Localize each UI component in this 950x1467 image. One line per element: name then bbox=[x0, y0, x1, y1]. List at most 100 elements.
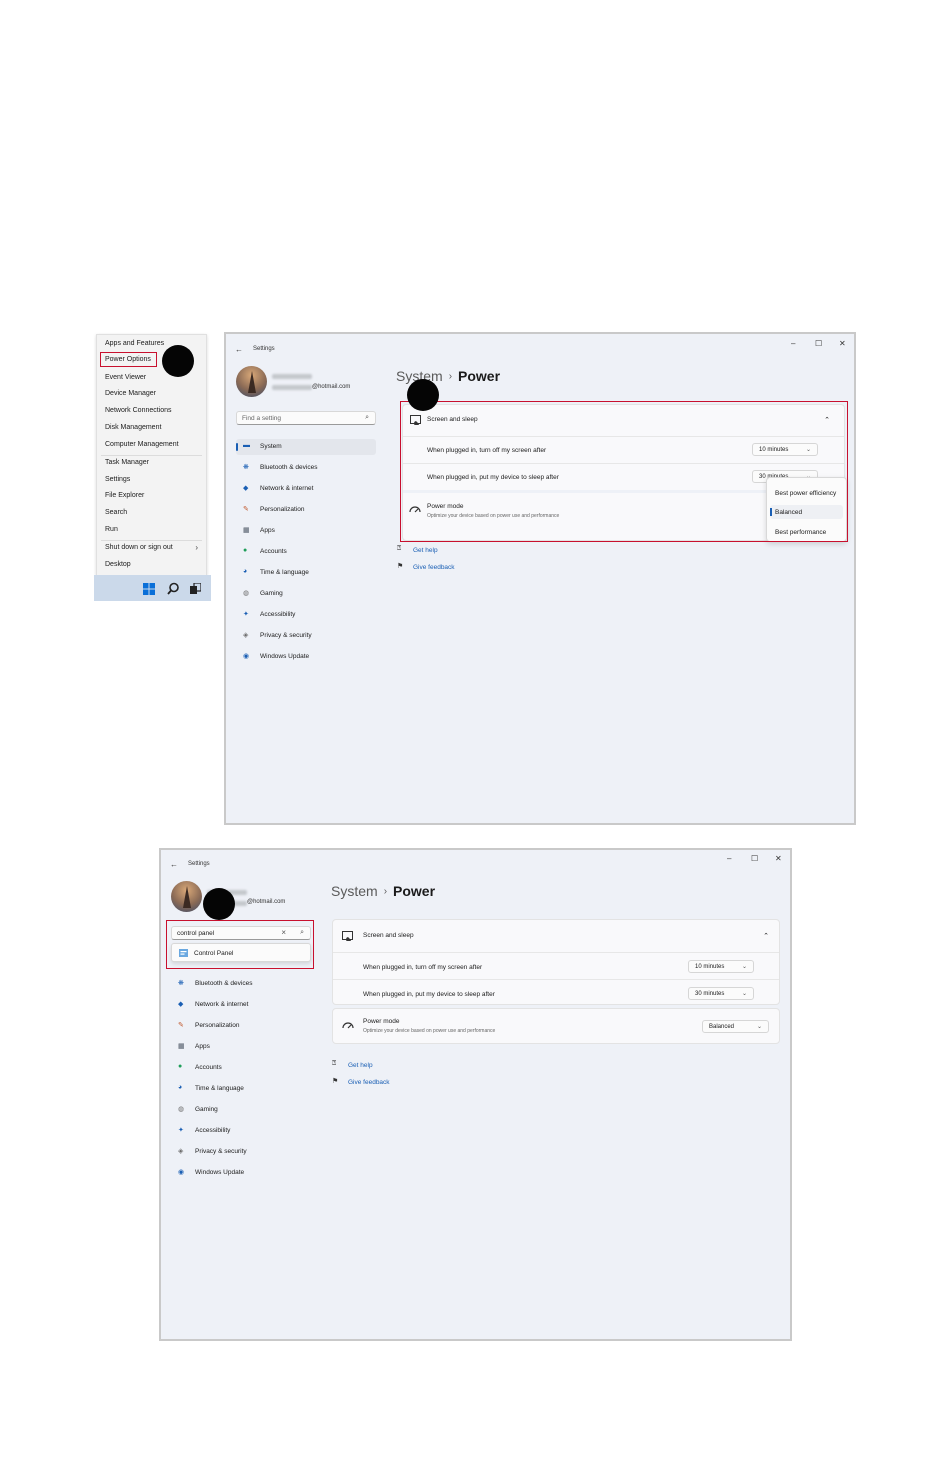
give-feedback-link[interactable]: Give feedback bbox=[413, 564, 455, 571]
power-mode-subtitle: Optimize your device based on power use … bbox=[363, 1028, 496, 1034]
search-icon[interactable] bbox=[167, 582, 180, 595]
minimize-icon[interactable]: – bbox=[791, 339, 795, 348]
menu-item-disk-management[interactable]: Disk Management bbox=[105, 424, 161, 431]
search-input[interactable]: Find a setting ⌕ bbox=[236, 411, 376, 425]
power-mode-value: Balanced bbox=[709, 1024, 735, 1030]
sidebar-item-time-language[interactable]: ◕ Time & language bbox=[236, 565, 376, 581]
account-email: @hotmail.com bbox=[247, 899, 286, 905]
sidebar-item-accounts[interactable]: ● Accounts bbox=[236, 544, 376, 560]
sidebar-item-system[interactable]: ▬ System bbox=[236, 439, 376, 455]
window-title: Settings bbox=[253, 346, 275, 352]
sidebar-item-privacy-security[interactable]: ◈ Privacy & security bbox=[236, 628, 376, 644]
chevron-up-icon[interactable]: ⌃ bbox=[763, 932, 769, 940]
close-icon[interactable]: ✕ bbox=[775, 854, 782, 863]
sidebar-item-personalization[interactable]: ✎ Personalization bbox=[236, 502, 376, 518]
menu-divider bbox=[101, 455, 202, 456]
account-email: @hotmail.com bbox=[312, 384, 351, 390]
sidebar-item-network-internet[interactable]: ◆ Network & internet bbox=[171, 997, 311, 1013]
sidebar-item-accounts[interactable]: ● Accounts bbox=[171, 1060, 311, 1076]
divider bbox=[333, 979, 779, 980]
sidebar-item-apps[interactable]: ▦ Apps bbox=[171, 1039, 311, 1055]
task-view-icon[interactable] bbox=[190, 583, 201, 594]
power-mode-icon bbox=[342, 1022, 354, 1029]
give-feedback-link[interactable]: Give feedback bbox=[348, 1079, 390, 1086]
screen-and-sleep-title[interactable]: Screen and sleep bbox=[363, 932, 414, 939]
chevron-down-icon: ⌄ bbox=[741, 964, 747, 970]
menu-item-network-connections[interactable]: Network Connections bbox=[105, 407, 172, 414]
get-help-icon: ⍰ bbox=[332, 1060, 337, 1067]
power-mode-dropdown[interactable]: Balanced ⌄ bbox=[702, 1020, 769, 1033]
menu-item-event-viewer[interactable]: Event Viewer bbox=[105, 374, 146, 381]
nav-icon: ❋ bbox=[243, 464, 249, 471]
nav-icon: ❋ bbox=[178, 980, 184, 987]
maximize-icon[interactable]: ☐ bbox=[751, 854, 758, 863]
nav-icon: ◈ bbox=[178, 1148, 184, 1155]
sidebar-item-gaming[interactable]: ◍ Gaming bbox=[171, 1102, 311, 1118]
avatar[interactable] bbox=[171, 881, 202, 912]
sidebar-item-label: Privacy & security bbox=[195, 1148, 247, 1155]
divider bbox=[333, 952, 779, 953]
nav-icon: ● bbox=[243, 547, 248, 554]
sidebar-item-label: Bluetooth & devices bbox=[260, 464, 318, 471]
avatar[interactable] bbox=[236, 366, 267, 397]
sidebar-item-accessibility[interactable]: ✦ Accessibility bbox=[171, 1123, 311, 1139]
windows-logo-icon[interactable] bbox=[143, 583, 155, 595]
page-title: Power bbox=[458, 368, 501, 384]
menu-item-device-manager[interactable]: Device Manager bbox=[105, 390, 156, 397]
screen-off-dropdown[interactable]: 10 minutes ⌄ bbox=[688, 960, 754, 973]
sidebar-item-windows-update[interactable]: ◉ Windows Update bbox=[236, 649, 376, 665]
menu-item-settings[interactable]: Settings bbox=[105, 476, 130, 483]
get-help-link[interactable]: Get help bbox=[413, 547, 438, 554]
close-icon[interactable]: ✕ bbox=[839, 339, 846, 348]
menu-item-apps-and-features[interactable]: Apps and Features bbox=[105, 340, 164, 347]
sidebar-item-privacy-security[interactable]: ◈ Privacy & security bbox=[171, 1144, 311, 1160]
submenu-arrow-icon: › bbox=[195, 543, 198, 552]
sleep-label: When plugged in, put my device to sleep … bbox=[363, 991, 495, 998]
menu-item-task-manager[interactable]: Task Manager bbox=[105, 459, 149, 466]
blurred-email-prefix bbox=[272, 385, 312, 390]
chevron-down-icon: ⌄ bbox=[756, 1024, 762, 1030]
menu-item-file-explorer[interactable]: File Explorer bbox=[105, 492, 144, 499]
menu-item-computer-management[interactable]: Computer Management bbox=[105, 441, 179, 448]
sidebar-item-personalization[interactable]: ✎ Personalization bbox=[171, 1018, 311, 1034]
sidebar-item-network-internet[interactable]: ◆ Network & internet bbox=[236, 481, 376, 497]
menu-item-desktop[interactable]: Desktop bbox=[105, 561, 131, 568]
sidebar-item-label: Gaming bbox=[195, 1106, 218, 1113]
sidebar-item-label: Accessibility bbox=[260, 611, 296, 618]
power-mode-card: Power mode Optimize your device based on… bbox=[332, 1008, 780, 1044]
sidebar-item-label: Apps bbox=[195, 1043, 210, 1050]
back-arrow-icon[interactable]: ← bbox=[170, 860, 178, 869]
sidebar-item-apps[interactable]: ▦ Apps bbox=[236, 523, 376, 539]
sidebar-item-windows-update[interactable]: ◉ Windows Update bbox=[171, 1165, 311, 1181]
sidebar-item-label: Personalization bbox=[260, 506, 305, 513]
sidebar-item-time-language[interactable]: ◕ Time & language bbox=[171, 1081, 311, 1097]
sidebar-item-accessibility[interactable]: ✦ Accessibility bbox=[236, 607, 376, 623]
search-icon[interactable]: ⌕ bbox=[365, 414, 369, 422]
sidebar-item-label: Accounts bbox=[195, 1064, 222, 1071]
step-marker-1 bbox=[162, 345, 194, 377]
maximize-icon[interactable]: ☐ bbox=[815, 339, 822, 348]
menu-item-shut-down-or-sign-out[interactable]: Shut down or sign out bbox=[105, 544, 173, 551]
screen-off-label: When plugged in, turn off my screen afte… bbox=[363, 964, 483, 971]
minimize-icon[interactable]: – bbox=[727, 854, 731, 863]
back-arrow-icon[interactable]: ← bbox=[235, 345, 243, 354]
window-title: Settings bbox=[188, 861, 210, 867]
nav-icon: ✎ bbox=[178, 1022, 184, 1029]
get-help-link[interactable]: Get help bbox=[348, 1062, 373, 1069]
screen-and-sleep-card: Screen and sleep ⌃ When plugged in, turn… bbox=[332, 919, 780, 1005]
sidebar-item-label: Time & language bbox=[260, 569, 309, 576]
taskbar bbox=[94, 575, 211, 601]
nav-icon: ◉ bbox=[178, 1169, 185, 1176]
breadcrumb: System › Power bbox=[331, 883, 435, 899]
sidebar-item-label: Privacy & security bbox=[260, 632, 312, 639]
nav-icon: ▬ bbox=[243, 442, 250, 449]
sidebar-item-bluetooth-devices[interactable]: ❋ Bluetooth & devices bbox=[171, 976, 311, 992]
sidebar-item-bluetooth-devices[interactable]: ❋ Bluetooth & devices bbox=[236, 460, 376, 476]
breadcrumb-parent[interactable]: System bbox=[331, 883, 378, 899]
sidebar-item-gaming[interactable]: ◍ Gaming bbox=[236, 586, 376, 602]
nav-icon: ✦ bbox=[243, 611, 249, 618]
nav-icon: ▦ bbox=[243, 527, 250, 534]
menu-item-run[interactable]: Run bbox=[105, 526, 118, 533]
sleep-dropdown[interactable]: 30 minutes ⌄ bbox=[688, 987, 754, 1000]
menu-item-search[interactable]: Search bbox=[105, 509, 127, 516]
